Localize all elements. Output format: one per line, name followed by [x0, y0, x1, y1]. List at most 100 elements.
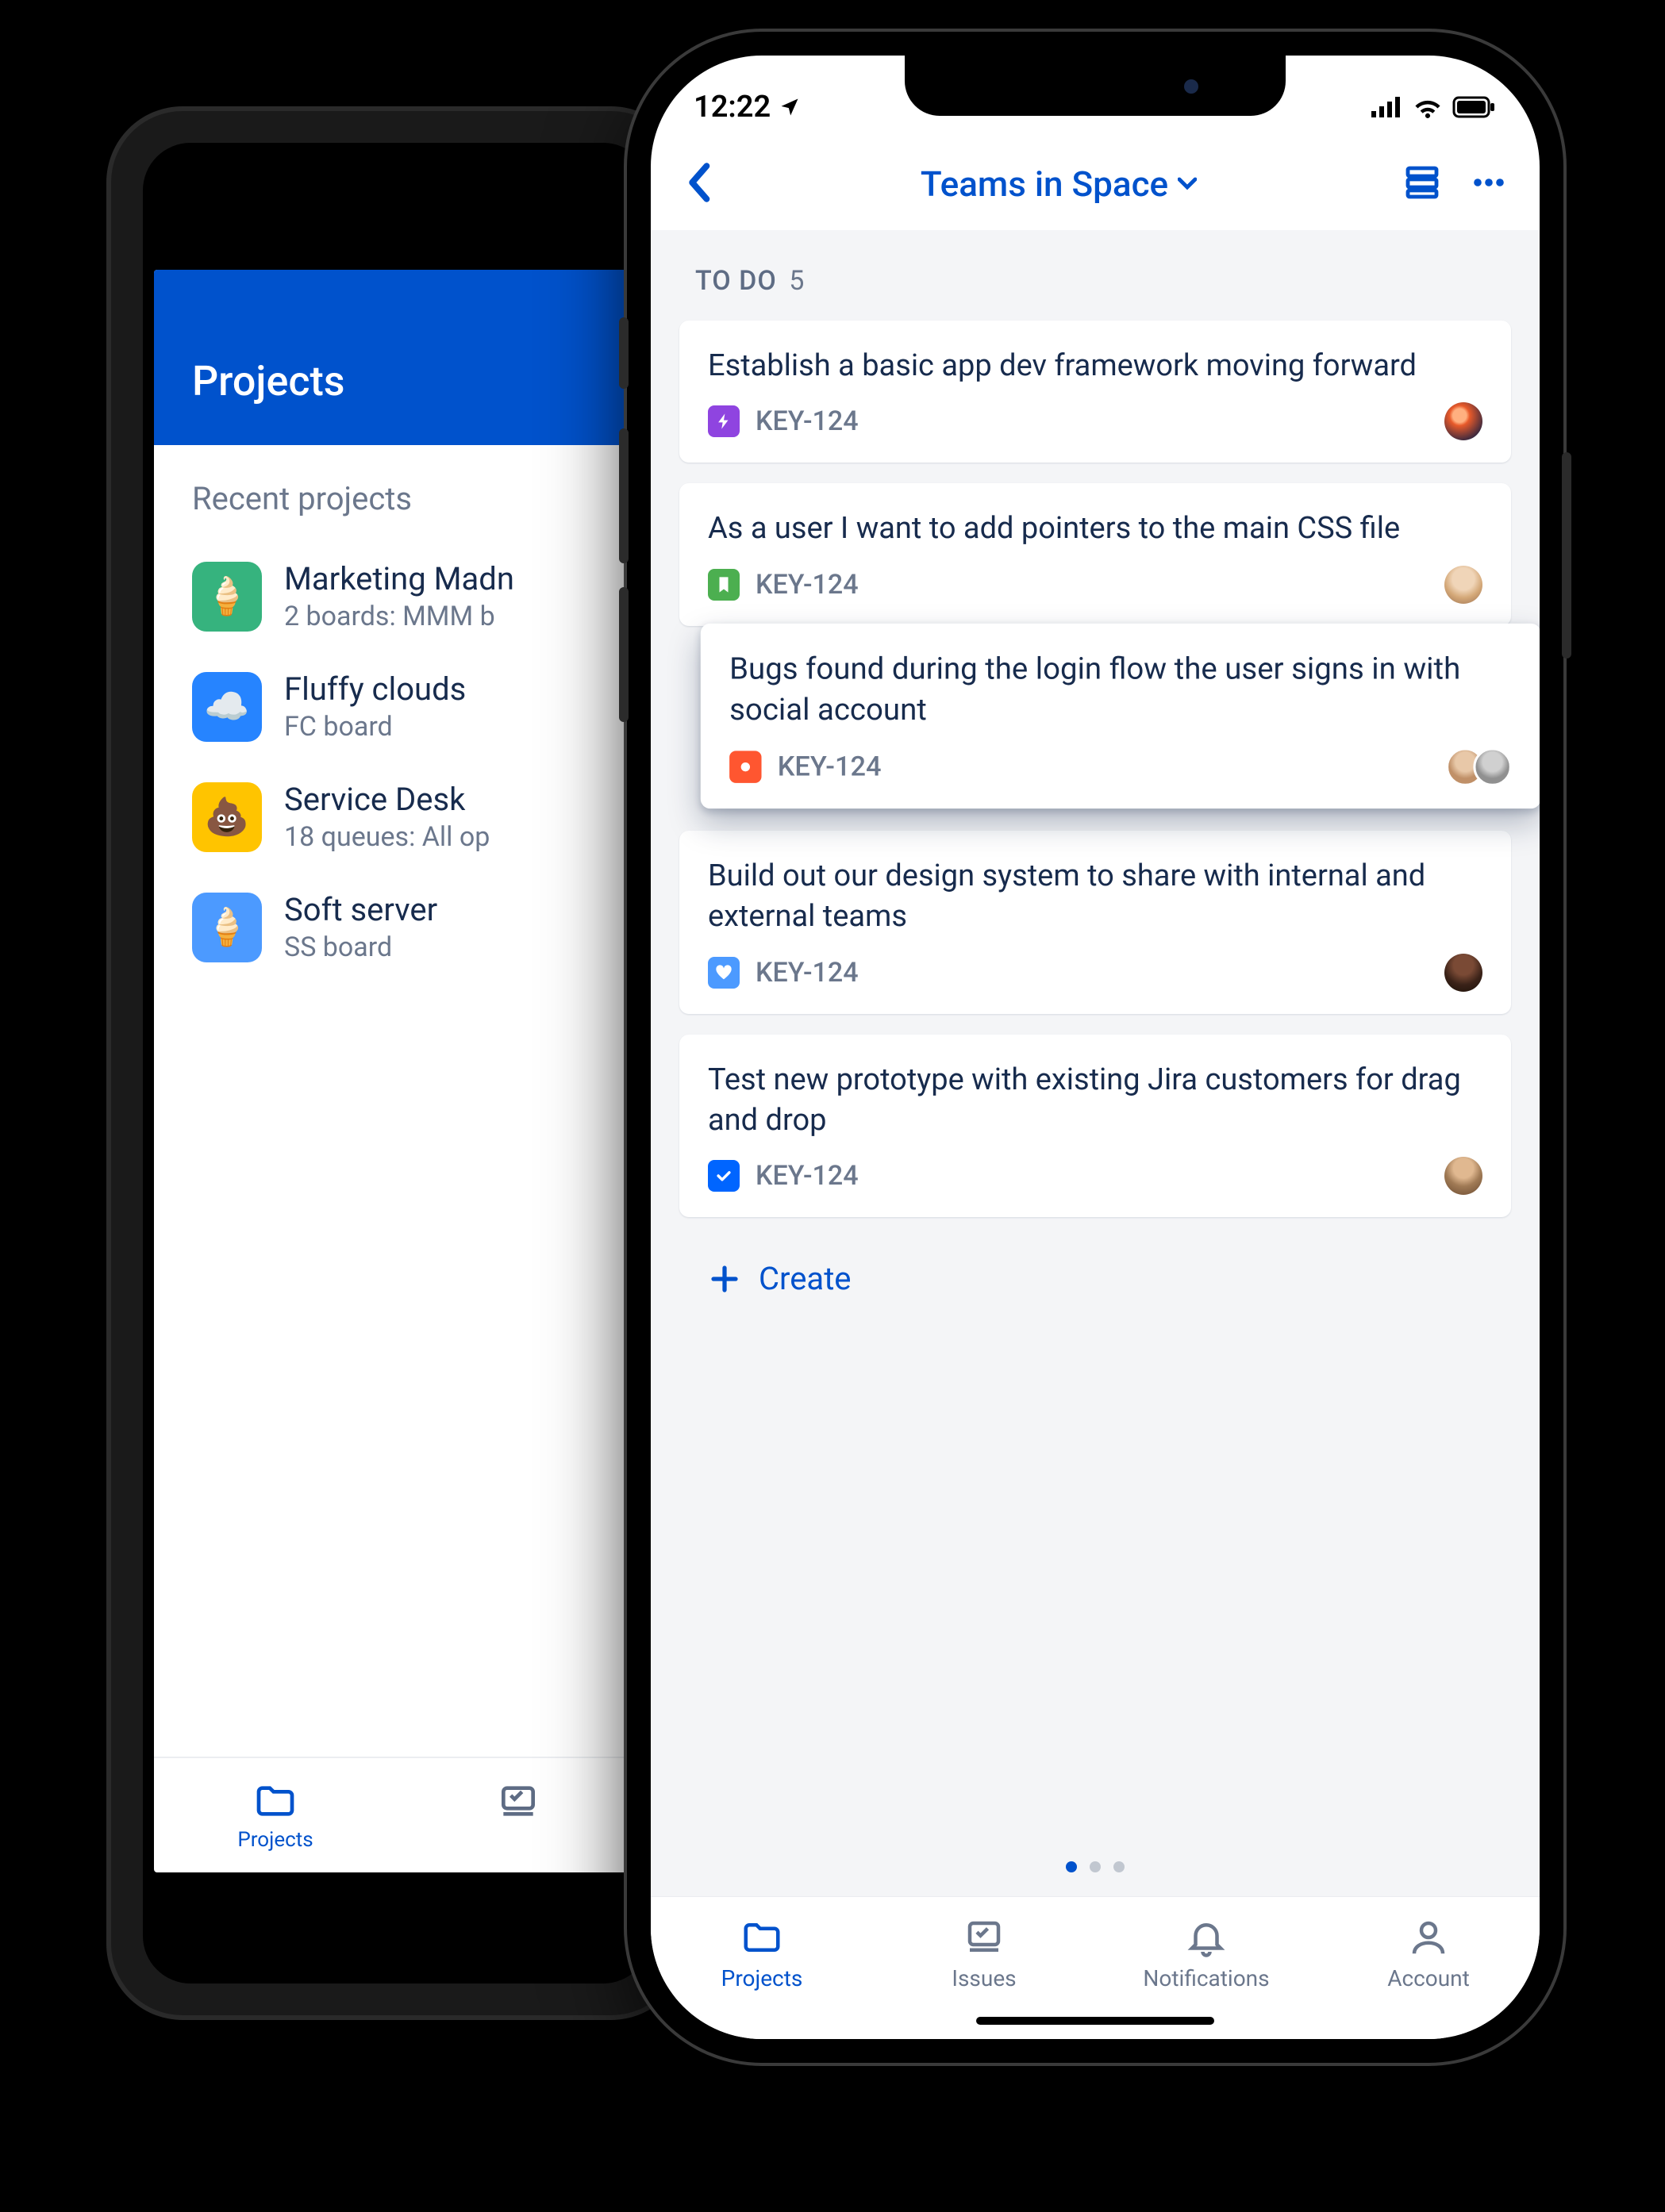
tab-label: Projects	[721, 1965, 803, 1991]
tray-icon	[963, 1916, 1006, 1959]
bell-icon	[1185, 1916, 1228, 1959]
tray-icon	[496, 1779, 540, 1823]
bottom-tabbar: Projects	[154, 1757, 640, 1872]
project-row[interactable]: ☁️ Fluffy clouds FC board	[154, 651, 640, 762]
tab-issues[interactable]: Issues	[873, 1916, 1095, 1991]
rows-icon	[1403, 163, 1441, 202]
issue-card[interactable]: Build out our design system to share wit…	[679, 831, 1511, 1014]
issue-title: As a user I want to add pointers to the …	[708, 509, 1482, 549]
iphone-screen: 12:22 Teams in Space	[651, 56, 1540, 2039]
tab-label: Issues	[952, 1965, 1016, 1991]
dot-icon	[737, 758, 753, 774]
issue-card[interactable]: Establish a basic app dev framework movi…	[679, 321, 1511, 463]
project-name: Service Desk	[284, 781, 490, 818]
issue-key: KEY-124	[756, 405, 859, 437]
status-time: 12:22	[694, 90, 771, 125]
page-dot[interactable]	[1090, 1861, 1101, 1872]
battery-icon	[1452, 96, 1497, 118]
assignee-avatar	[1444, 566, 1482, 604]
tab-projects[interactable]: Projects	[651, 1916, 873, 1991]
bolt-icon	[715, 413, 733, 430]
board-column: TO DO 5 Establish a basic app dev framew…	[651, 230, 1540, 1845]
page-indicator	[651, 1845, 1540, 1896]
bookmark-icon	[716, 576, 732, 593]
chevron-down-icon	[1178, 175, 1197, 194]
chevron-left-icon	[683, 162, 714, 203]
notch	[905, 56, 1286, 116]
project-icon: ☁️	[192, 672, 262, 742]
tab-account[interactable]: Account	[1317, 1916, 1540, 1991]
issue-card-dragging[interactable]: Bugs found during the login flow the use…	[701, 623, 1540, 808]
bezel: Projects Recent projects 🍦 Marketing Mad…	[143, 143, 651, 1984]
epic-icon	[708, 405, 740, 437]
create-issue-button[interactable]: Create	[679, 1238, 1511, 1319]
location-icon	[779, 96, 801, 118]
android-screen: Projects Recent projects 🍦 Marketing Mad…	[154, 270, 640, 1872]
issue-key: KEY-124	[756, 1160, 859, 1192]
page-title: Projects	[154, 270, 640, 445]
create-label: Create	[759, 1260, 851, 1297]
issue-title: Establish a basic app dev framework movi…	[708, 346, 1482, 386]
board-title: Teams in Space	[921, 163, 1168, 205]
bug-icon	[729, 751, 761, 782]
home-indicator[interactable]	[976, 2017, 1214, 2025]
column-header: TO DO 5	[679, 262, 1511, 321]
silent-switch	[619, 317, 629, 389]
project-subtitle: 18 queues: All op	[284, 821, 490, 853]
iphone-device-frame: 12:22 Teams in Space	[627, 32, 1563, 2063]
tab-label: Account	[1387, 1965, 1470, 1991]
plus-icon	[708, 1262, 741, 1296]
back-button[interactable]	[683, 162, 714, 206]
project-icon: 🍦	[192, 893, 262, 962]
folder-icon	[253, 1779, 298, 1823]
page-dot[interactable]	[1066, 1861, 1077, 1872]
page-dot[interactable]	[1113, 1861, 1125, 1872]
project-row[interactable]: 🍦 Soft server SS board	[154, 872, 640, 982]
assignee-avatar-group	[1446, 747, 1512, 785]
volume-down	[619, 587, 629, 722]
tab-label: Notifications	[1143, 1965, 1269, 1991]
issue-key: KEY-124	[756, 569, 859, 601]
issue-title: Build out our design system to share wit…	[708, 856, 1482, 938]
issue-card[interactable]: As a user I want to add pointers to the …	[679, 483, 1511, 625]
project-name: Fluffy clouds	[284, 670, 466, 708]
tab-issues[interactable]	[397, 1779, 640, 1852]
issue-key: KEY-124	[756, 957, 859, 989]
check-icon	[715, 1167, 733, 1185]
assignee-avatar	[1444, 1157, 1482, 1195]
more-button[interactable]	[1470, 163, 1508, 205]
project-icon: 🍦	[192, 562, 262, 632]
board-switcher[interactable]: Teams in Space	[921, 163, 1197, 205]
issue-title: Test new prototype with existing Jira cu…	[708, 1060, 1482, 1142]
section-heading-recent: Recent projects	[154, 445, 640, 541]
project-name: Marketing Madn	[284, 560, 514, 597]
wifi-icon	[1413, 96, 1443, 118]
more-horizontal-icon	[1470, 163, 1508, 202]
issue-card[interactable]: Test new prototype with existing Jira cu…	[679, 1035, 1511, 1218]
android-device-frame: Projects Recent projects 🍦 Marketing Mad…	[111, 111, 683, 2015]
nav-bar: Teams in Space	[651, 143, 1540, 230]
assignee-avatar	[1473, 747, 1511, 785]
column-name: TO DO	[695, 265, 777, 297]
person-icon	[1407, 1916, 1450, 1959]
view-layout-button[interactable]	[1403, 163, 1441, 205]
tab-projects[interactable]: Projects	[154, 1779, 397, 1852]
story-icon	[708, 569, 740, 601]
cellular-icon	[1371, 97, 1403, 117]
tab-notifications[interactable]: Notifications	[1095, 1916, 1317, 1991]
project-name: Soft server	[284, 891, 437, 928]
project-subtitle: FC board	[284, 711, 466, 743]
assignee-avatar	[1444, 402, 1482, 440]
assignee-avatar	[1444, 954, 1482, 992]
task-icon	[708, 1160, 740, 1192]
project-subtitle: 2 boards: MMM b	[284, 601, 514, 632]
project-row[interactable]: 💩 Service Desk 18 queues: All op	[154, 762, 640, 872]
issue-title: Bugs found during the login flow the use…	[729, 649, 1512, 732]
tab-label: Projects	[237, 1828, 313, 1852]
improvement-icon	[708, 957, 740, 989]
column-count: 5	[789, 265, 805, 297]
side-button	[1562, 452, 1571, 659]
project-row[interactable]: 🍦 Marketing Madn 2 boards: MMM b	[154, 541, 640, 651]
project-subtitle: SS board	[284, 931, 437, 963]
heart-icon	[715, 965, 733, 981]
